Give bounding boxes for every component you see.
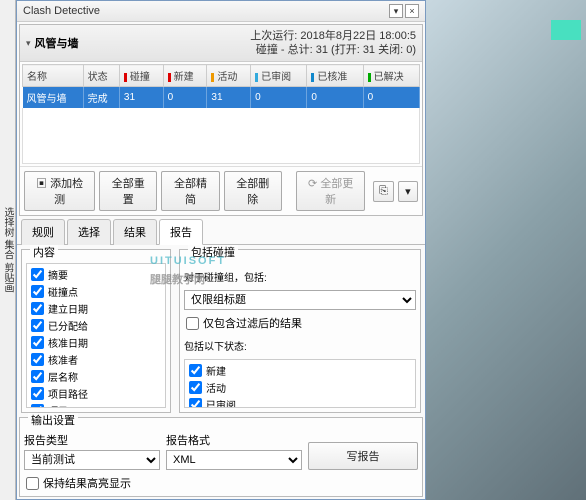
add-test-button[interactable]: ▣ 添加检测 — [24, 171, 95, 211]
window-title: Clash Detective — [23, 5, 387, 17]
col-header[interactable]: 已审阅 — [251, 65, 307, 87]
keep-highlight-checkbox[interactable]: 保持结果高亮显示 — [24, 474, 418, 492]
status-item[interactable]: 已审阅 — [187, 396, 413, 408]
content-item[interactable]: 碰撞点 — [29, 283, 163, 300]
status-checklist[interactable]: 新建活动已审阅已核准已解决 — [184, 359, 416, 408]
3d-viewport[interactable] — [426, 0, 586, 500]
export-button[interactable]: ⎘ — [373, 181, 393, 202]
write-report-button[interactable]: 写报告 — [308, 442, 418, 470]
filtered-checkbox[interactable]: 仅包含过滤后的结果 — [184, 314, 416, 332]
tests-toolbar: ▣ 添加检测 全部重置 全部精简 全部删除 ⟳ 全部更新 ⎘ ▾ — [20, 166, 422, 215]
output-section: 输出设置 报告类型 当前测试 报告格式 XML 写报告 保持结果高亮显示 — [19, 417, 423, 497]
report-format-label: 报告格式 — [166, 432, 302, 448]
tab-选择[interactable]: 选择 — [67, 219, 111, 245]
clash-detective-panel: Clash Detective ▾ × ▾ 风管与墙 上次运行: 2018年8月… — [16, 0, 426, 500]
content-legend: 内容 — [30, 245, 58, 260]
delete-all-button[interactable]: 全部删除 — [224, 171, 282, 211]
report-type-label: 报告类型 — [24, 432, 160, 448]
col-header[interactable]: 已核准 — [307, 65, 363, 87]
chevron-down-icon: ▾ — [26, 38, 31, 49]
export-dropdown-icon[interactable]: ▾ — [398, 181, 418, 202]
test-section: ▾ 风管与墙 上次运行: 2018年8月22日 18:00:5 碰撞 - 总计:… — [19, 24, 423, 216]
content-item[interactable]: 层名称 — [29, 368, 163, 385]
tab-报告[interactable]: 报告 — [159, 219, 203, 245]
col-header[interactable]: 名称 — [23, 65, 84, 87]
col-header[interactable]: 状态 — [83, 65, 119, 87]
titlebar: Clash Detective ▾ × — [17, 1, 425, 22]
col-header[interactable]: 已解决 — [363, 65, 419, 87]
clash-group-select[interactable]: 仅限组标题 — [184, 290, 416, 310]
grid-header-row: 名称状态碰撞新建活动已审阅已核准已解决 — [23, 65, 420, 87]
table-row[interactable]: 风管与墙完成31031000 — [23, 87, 420, 109]
content-item[interactable]: 项目路径 — [29, 385, 163, 402]
tests-grid: 名称状态碰撞新建活动已审阅已核准已解决 风管与墙完成31031000 — [20, 62, 422, 166]
reset-all-button[interactable]: 全部重置 — [99, 171, 157, 211]
refresh-all-button[interactable]: ⟳ 全部更新 — [296, 171, 366, 211]
status-legend: 包括以下状态: — [184, 336, 416, 355]
report-body: 内容 摘要碰撞点建立日期已分配给核准日期核准者层名称项目路径项目 ID状态距离说… — [17, 245, 425, 415]
content-item[interactable]: 摘要 — [29, 266, 163, 283]
status-item[interactable]: 新建 — [187, 362, 413, 379]
content-item[interactable]: 已分配给 — [29, 317, 163, 334]
col-header[interactable]: 碰撞 — [119, 65, 163, 87]
test-header[interactable]: ▾ 风管与墙 上次运行: 2018年8月22日 18:00:5 碰撞 - 总计:… — [20, 25, 422, 62]
condense-all-button[interactable]: 全部精简 — [161, 171, 219, 211]
grid-empty-area — [22, 108, 420, 164]
tab-规则[interactable]: 规则 — [21, 219, 65, 245]
content-item[interactable]: 核准日期 — [29, 334, 163, 351]
close-icon[interactable]: × — [405, 4, 419, 18]
tab-结果[interactable]: 结果 — [113, 219, 157, 245]
dock-tabs[interactable]: 选择树 集合 剪贴画 — [0, 0, 16, 500]
content-checklist[interactable]: 摘要碰撞点建立日期已分配给核准日期核准者层名称项目路径项目 ID状态距离说明注释… — [26, 263, 166, 408]
include-legend: 包括碰撞 — [188, 245, 238, 260]
content-item[interactable]: 建立日期 — [29, 300, 163, 317]
pin-icon[interactable]: ▾ — [389, 4, 403, 18]
col-header[interactable]: 新建 — [163, 65, 207, 87]
content-item[interactable]: 核准者 — [29, 351, 163, 368]
report-format-select[interactable]: XML — [166, 450, 302, 470]
test-name: 风管与墙 — [35, 35, 251, 51]
report-type-select[interactable]: 当前测试 — [24, 450, 160, 470]
col-header[interactable]: 活动 — [207, 65, 251, 87]
tab-bar: 规则选择结果报告 — [17, 218, 425, 245]
content-item[interactable]: 项目 ID — [29, 402, 163, 408]
status-item[interactable]: 活动 — [187, 379, 413, 396]
test-meta: 上次运行: 2018年8月22日 18:00:5 碰撞 - 总计: 31 (打开… — [250, 29, 416, 57]
clash-group-label: 对于碰撞组，包括: — [184, 267, 416, 286]
